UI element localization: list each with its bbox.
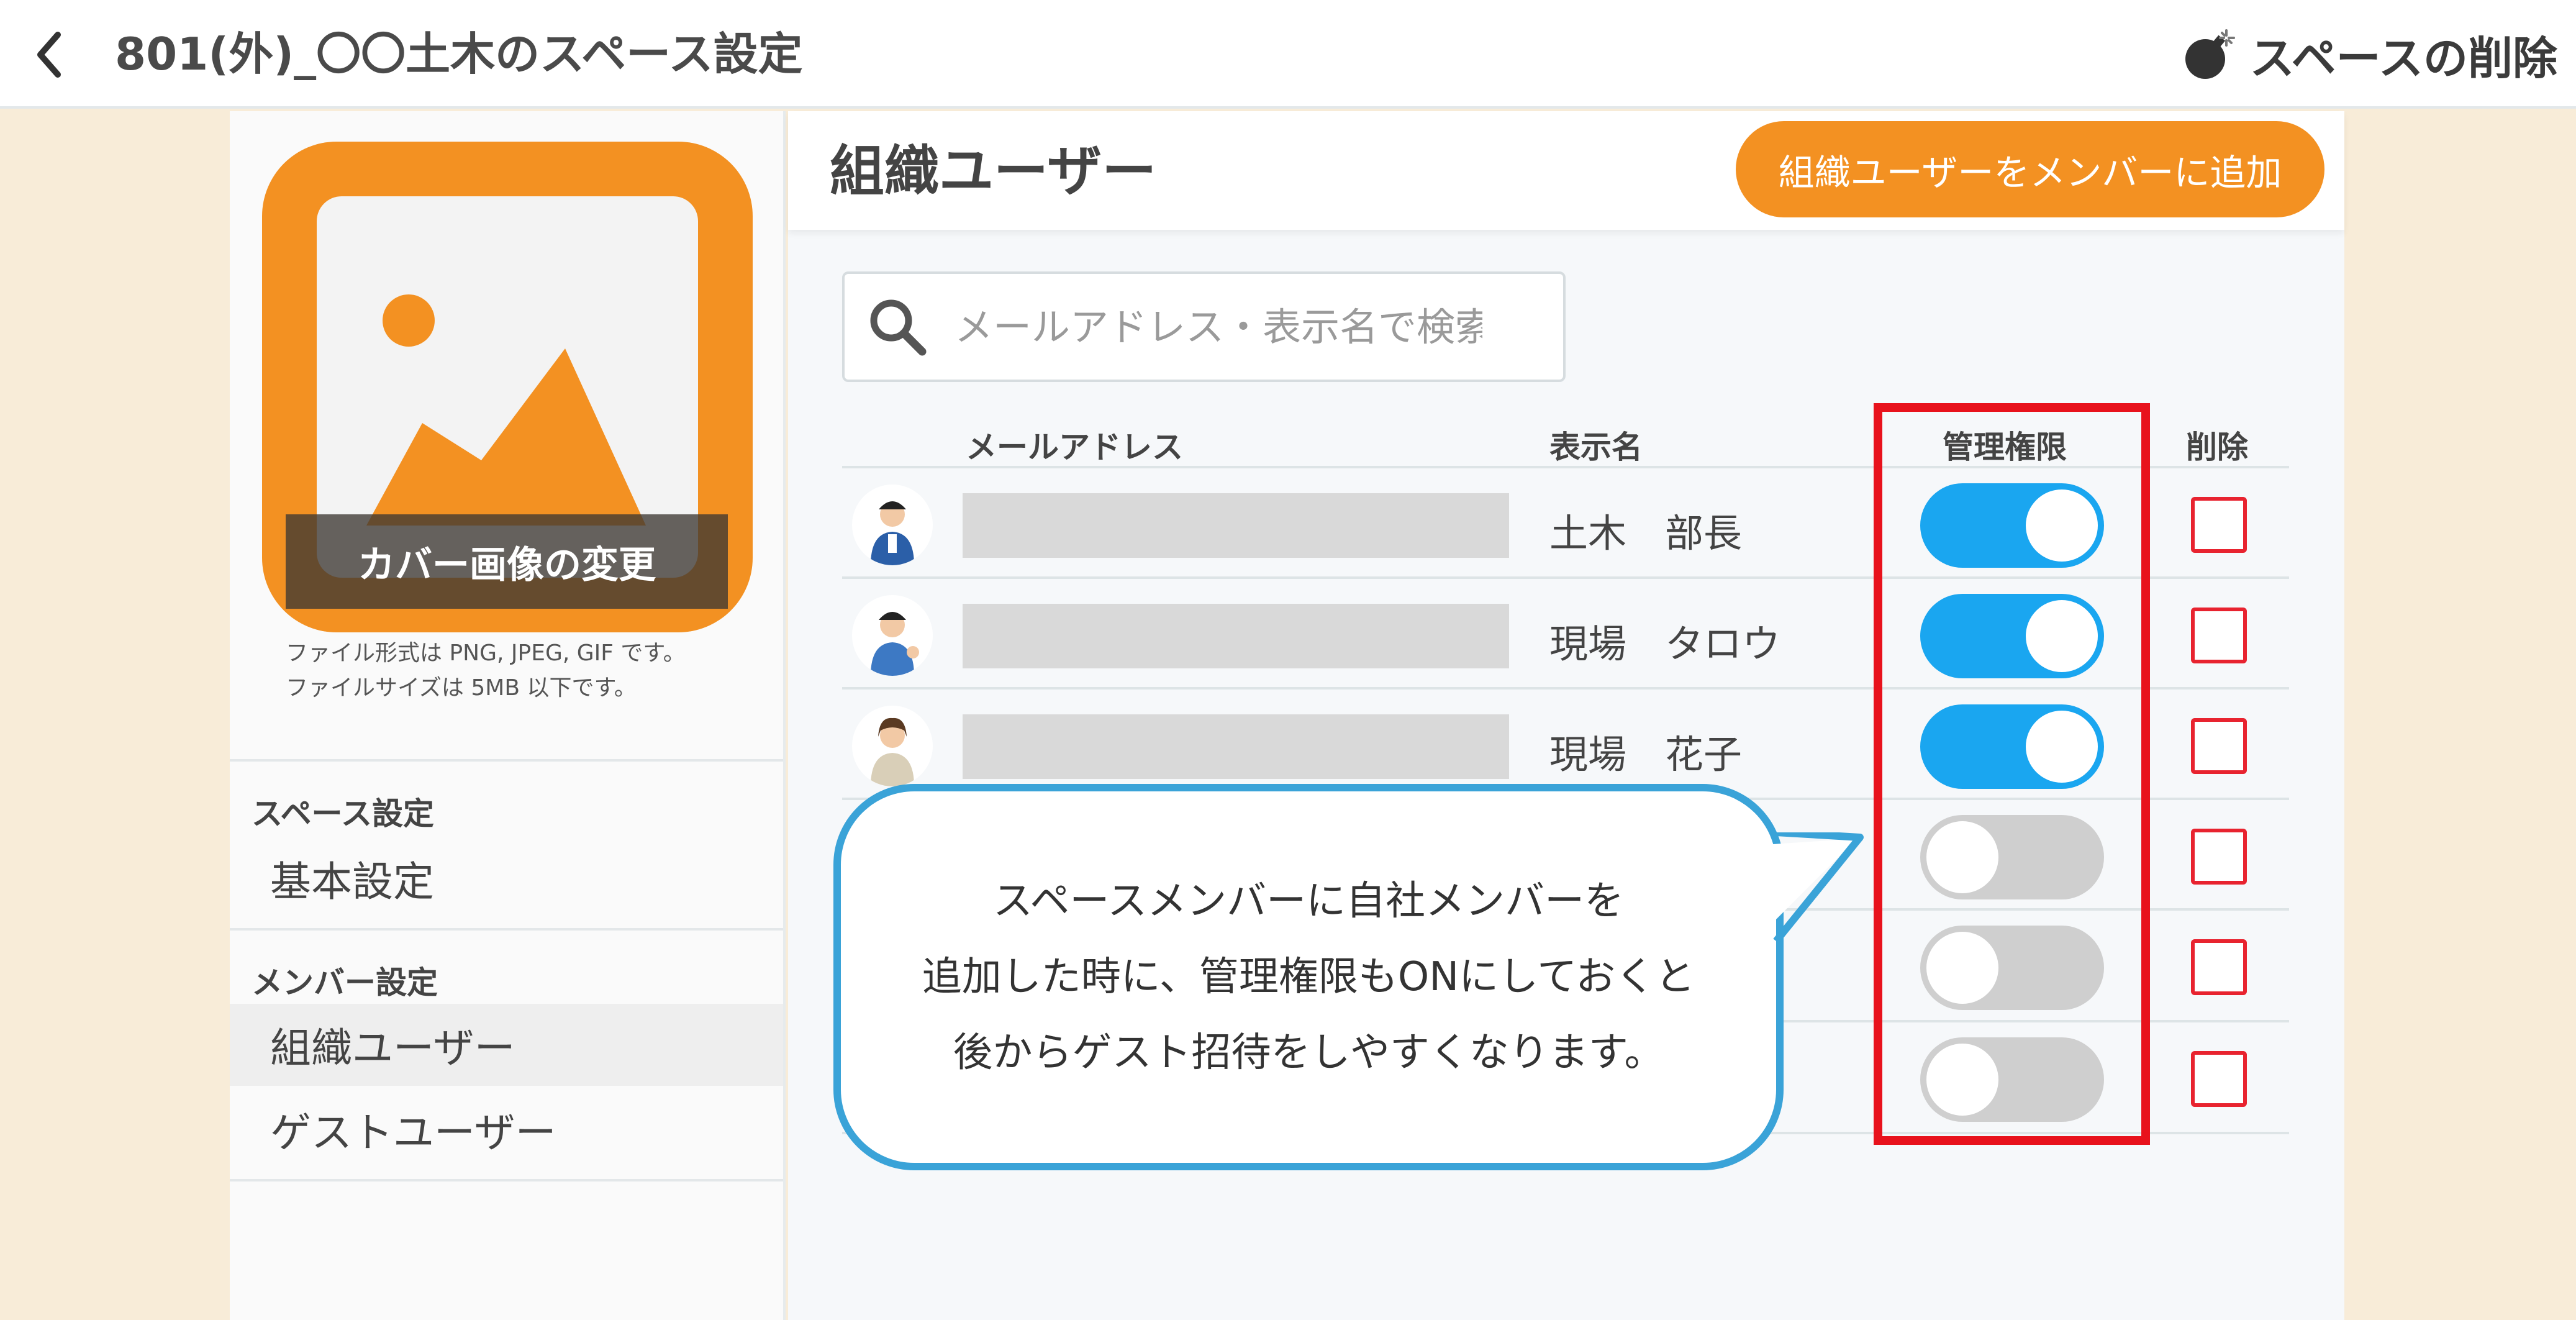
callout-line-1: スペースメンバーに自社メンバーを <box>992 878 1625 924</box>
user-avatar-icon <box>852 595 933 676</box>
column-header-email: メールアドレス <box>966 429 1183 465</box>
sidebar-item-org-users[interactable]: 組織ユーザー <box>230 1004 783 1086</box>
file-size-note: ファイルサイズは 5MB 以下です。 <box>286 675 637 701</box>
email-masked <box>963 714 1509 779</box>
divider <box>230 759 783 762</box>
email-masked <box>963 493 1509 558</box>
delete-checkbox[interactable] <box>2191 1051 2247 1107</box>
callout-tail <box>1764 832 1864 944</box>
callout-line-3: 後からゲスト招待をしやすくなります。 <box>953 1030 1664 1076</box>
cover-change-button[interactable]: カバー画像の変更 <box>286 514 728 609</box>
delete-checkbox[interactable] <box>2191 939 2247 995</box>
sidebar-item-guest-users[interactable]: ゲストユーザー <box>230 1088 783 1170</box>
divider <box>230 1179 783 1181</box>
delete-space-label: スペースの削除 <box>2249 32 2557 84</box>
user-avatar-icon <box>852 706 933 786</box>
member-settings-heading: メンバー設定 <box>252 965 438 1001</box>
email-masked <box>963 604 1509 668</box>
delete-checkbox[interactable] <box>2191 829 2247 885</box>
sidebar-item-basic-settings[interactable]: 基本設定 <box>230 837 783 919</box>
search-icon <box>870 299 927 356</box>
delete-checkbox[interactable] <box>2191 608 2247 663</box>
space-settings-heading: スペース設定 <box>252 796 434 832</box>
page-title: 801(外)_〇〇土木のスペース設定 <box>115 28 803 80</box>
display-name: 土木 部長 <box>1549 511 1743 556</box>
callout-line-2: 追加した時に、管理権限もONにしておくと <box>922 954 1695 1000</box>
delete-space-button[interactable]: スペースの削除 <box>2182 19 2557 90</box>
display-name: 現場 花子 <box>1549 732 1743 777</box>
search-input[interactable] <box>953 303 1484 350</box>
back-chevron-icon <box>37 31 61 78</box>
column-header-delete: 削除 <box>2186 429 2248 465</box>
display-name: 現場 タロウ <box>1549 621 1781 667</box>
add-org-user-button[interactable]: 組織ユーザーをメンバーに追加 <box>1736 121 2324 217</box>
user-avatar-icon <box>852 485 933 565</box>
delete-checkbox[interactable] <box>2191 497 2247 553</box>
bomb-icon <box>2185 29 2235 79</box>
file-format-note: ファイル形式は PNG, JPEG, GIF です。 <box>286 640 686 666</box>
callout-bubble: スペースメンバーに自社メンバーを 追加した時に、管理権限もONにしておくと 後か… <box>833 784 1784 1170</box>
column-header-display-name: 表示名 <box>1549 429 1643 465</box>
admin-column-highlight <box>1874 403 2150 1145</box>
back-button[interactable] <box>25 28 75 81</box>
delete-checkbox[interactable] <box>2191 718 2247 774</box>
search-box <box>842 271 1566 382</box>
divider <box>230 928 783 931</box>
main-title: 組織ユーザー <box>830 139 1157 203</box>
